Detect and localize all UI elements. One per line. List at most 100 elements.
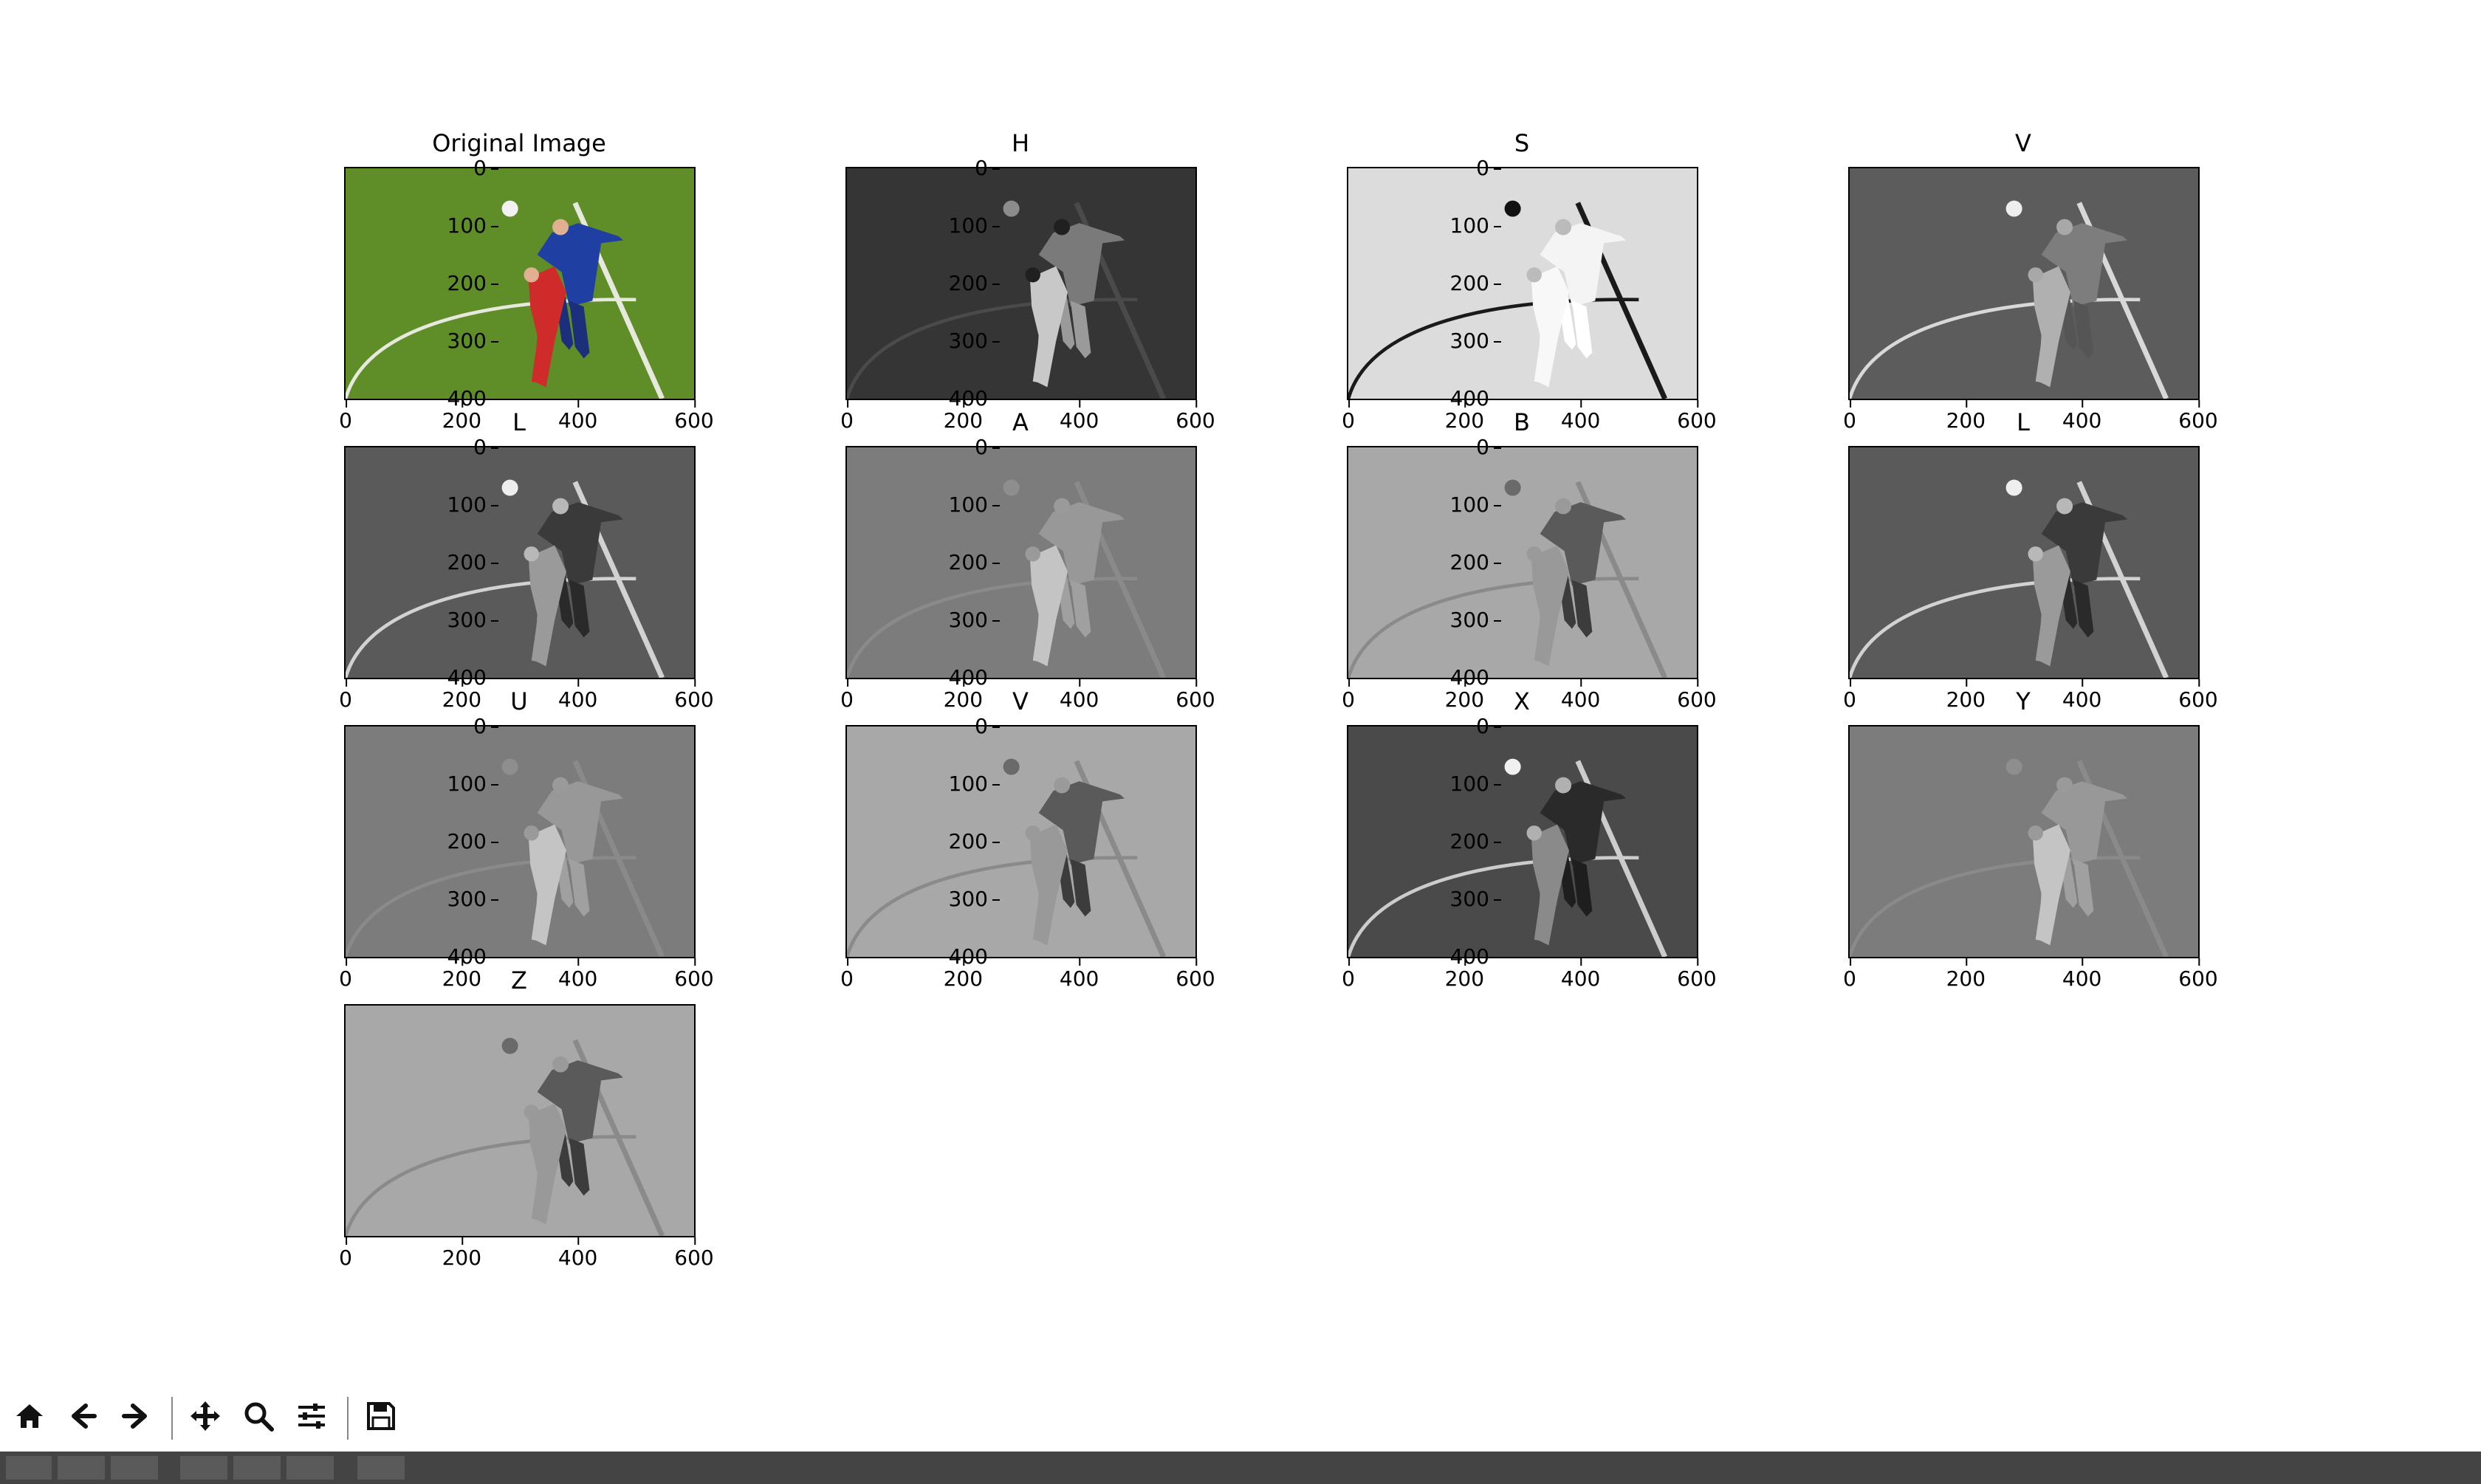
y-tick-label: 400 [1449,665,1502,690]
taskbar [0,1452,2481,1484]
image-axes[interactable] [1848,725,2200,958]
player-blue-head [1054,498,1071,515]
pitch-background [847,726,1195,957]
image-axes[interactable] [1347,725,1698,958]
y-tick-label: 200 [948,829,1001,853]
y-tick-label: 100 [1449,492,1502,517]
image-axes[interactable] [845,725,1197,958]
player-red-head [1526,546,1542,562]
pitch-background [847,168,1195,399]
taskbar-item[interactable] [111,1456,158,1480]
player-red-head [524,1105,539,1120]
image-axes[interactable] [1347,446,1698,679]
forward-button[interactable] [117,1398,155,1437]
player-red-head [1025,546,1040,562]
x-tick-label: 0 [339,1237,352,1270]
image-axes[interactable] [1347,167,1698,400]
x-tick-label: 600 [1677,958,1717,991]
pitch-background [346,726,694,957]
configure-subplots-button[interactable] [292,1398,331,1437]
y-tick-label: 300 [447,608,499,632]
x-tick-label: 0 [1342,958,1355,991]
player-blue-head [1054,219,1071,236]
x-tick-label: 400 [1059,958,1099,991]
y-tick-label: 400 [948,386,1001,410]
subplot-title: L [512,408,526,436]
image-axes[interactable] [344,725,696,958]
ball [501,479,518,496]
subplot-title: U [510,687,528,715]
image-axes[interactable] [344,167,696,400]
player-blue-head [552,498,569,515]
y-tick-label: 300 [1449,329,1502,353]
x-tick-label: 200 [943,958,984,991]
pitch-background [1850,726,2198,957]
subplot-title: V [2015,129,2031,157]
move-icon [189,1400,222,1435]
image-axes[interactable] [344,1004,696,1237]
subplot-title: B [1514,408,1530,436]
y-tick-label: 200 [1449,271,1502,295]
player-blue-head [2056,777,2073,794]
ball [1003,758,1020,775]
player-blue-head [1555,219,1572,236]
taskbar-item[interactable] [6,1456,52,1480]
y-tick-label: 300 [447,329,499,353]
taskbar-item[interactable] [357,1456,405,1480]
y-tick-label: 400 [948,665,1001,690]
pitch-background [346,168,694,399]
y-tick-label: 100 [1449,772,1502,796]
y-tick-label: 200 [447,829,499,853]
x-tick-label: 0 [1843,958,1856,991]
y-tick-label: 200 [447,271,499,295]
y-tick-label: 0 [473,156,498,180]
player-red-head [2028,546,2043,562]
player-blue-head [1054,777,1071,794]
y-tick-label: 0 [975,435,1000,459]
x-tick-label: 600 [1176,958,1215,991]
y-tick-label: 300 [948,887,1001,911]
player-blue-head [552,219,569,236]
y-tick-label: 0 [975,714,1000,738]
ball [1504,479,1521,496]
taskbar-item[interactable] [286,1456,334,1480]
y-tick-label: 0 [1476,156,1501,180]
subplot-title: Z [511,966,527,995]
back-button[interactable] [64,1398,102,1437]
zoom-button[interactable] [239,1398,278,1437]
x-tick-label: 0 [840,958,854,991]
image-axes[interactable] [344,446,696,679]
x-tick-label: 400 [557,1237,598,1270]
magnifier-icon [242,1400,275,1435]
ball [1504,200,1521,217]
subplot-title: V [1012,687,1029,715]
y-tick-label: 300 [948,608,1001,632]
y-tick-label: 100 [1449,213,1502,238]
arrow-right-icon [120,1400,152,1435]
x-tick-label: 200 [1946,958,1986,991]
image-axes[interactable] [845,167,1197,400]
y-tick-label: 200 [948,271,1001,295]
image-axes[interactable] [845,446,1197,679]
navigation-toolbar [0,1388,2481,1452]
y-tick-label: 0 [975,156,1000,180]
toolbar-separator [171,1397,173,1440]
player-red-head [1025,267,1040,283]
save-button[interactable] [362,1398,400,1437]
y-tick-label: 100 [948,492,1001,517]
taskbar-item[interactable] [58,1456,105,1480]
subplot-title: S [1514,129,1530,157]
taskbar-item[interactable] [233,1456,281,1480]
ball [2005,200,2022,217]
taskbar-item[interactable] [180,1456,227,1480]
y-tick-label: 300 [1449,608,1502,632]
pitch-background [1348,447,1697,678]
home-button[interactable] [10,1398,49,1437]
player-red-head [1025,825,1040,841]
y-tick-label: 400 [948,944,1001,969]
subplot-title: H [1011,129,1030,157]
image-axes[interactable] [1848,167,2200,400]
image-axes[interactable] [1848,446,2200,679]
pan-button[interactable] [186,1398,224,1437]
y-tick-label: 0 [1476,714,1501,738]
